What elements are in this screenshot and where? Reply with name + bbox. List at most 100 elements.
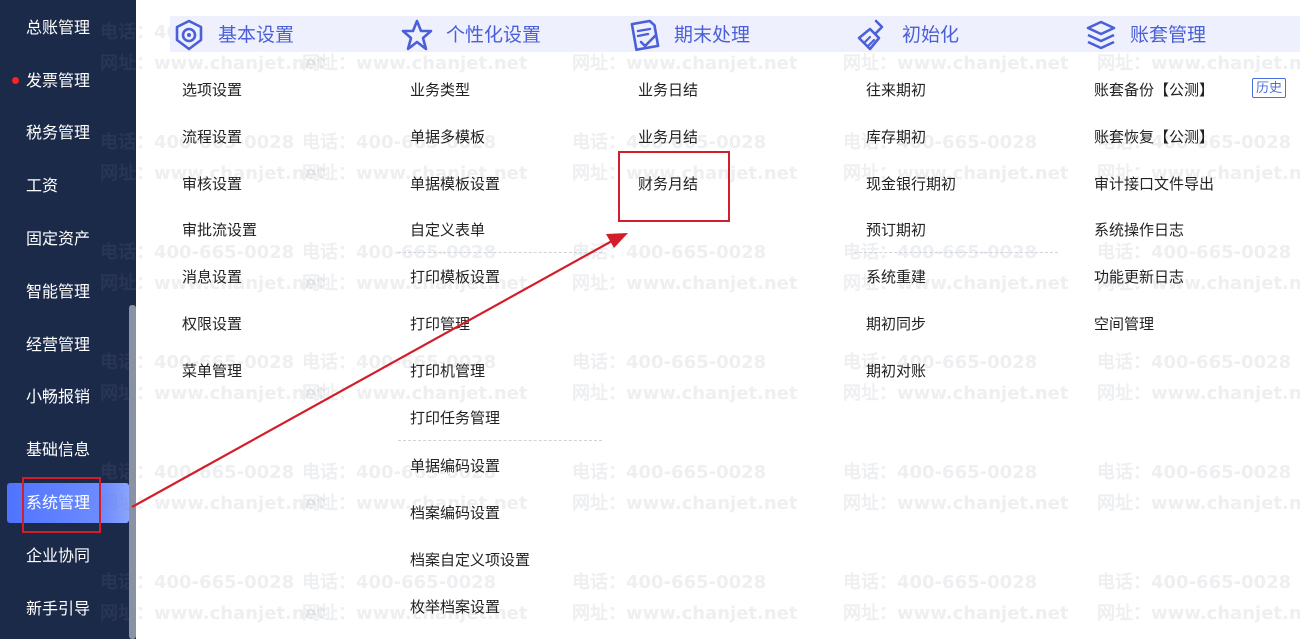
menu-column-account-set: 账套管理 账套备份【公测】 账套恢复【公测】 审计接口文件导出 系统操作日志 功… <box>1082 16 1300 333</box>
menu-item-print-tasks[interactable]: 打印任务管理 <box>410 407 500 428</box>
watermark-phone: 电话：400-665-0028 <box>843 462 1038 483</box>
history-button[interactable]: 历史 <box>1252 78 1286 98</box>
watermark-phone: 电话：400-665-0028 <box>1097 572 1292 593</box>
watermark-phone: 电话：400-665-0028 <box>572 462 767 483</box>
menu-item-options[interactable]: 选项设置 <box>182 79 242 100</box>
menu-item-messages[interactable]: 消息设置 <box>182 266 242 287</box>
watermark-phone: 电话：400-665-0028 <box>843 572 1038 593</box>
menu-item-menu-mgmt[interactable]: 菜单管理 <box>182 360 242 381</box>
sidebar-item-ledger[interactable]: 总账管理 <box>0 8 130 48</box>
menu-item-order-opening[interactable]: 预订期初 <box>866 219 926 240</box>
menu-item-audit-export[interactable]: 审计接口文件导出 <box>1094 173 1214 194</box>
column-header: 初始化 <box>854 16 1082 52</box>
watermark-site: 网址：www.chanjet.net <box>843 603 1069 624</box>
watermark-site: 网址：www.chanjet.net <box>1097 383 1300 404</box>
menu-item-daily-close[interactable]: 业务日结 <box>638 79 698 100</box>
menu-column-period-end: 期末处理 业务日结 业务月结 财务月结 <box>626 16 854 193</box>
column-header: 期末处理 <box>626 16 854 52</box>
menu-column-basic-settings: 基本设置 选项设置 流程设置 审核设置 审批流设置 消息设置 权限设置 菜单管理 <box>170 16 398 380</box>
menu-item-opening-reconcile[interactable]: 期初对账 <box>866 360 926 381</box>
menu-column-initialization: 初始化 往来期初 库存期初 现金银行期初 预订期初 系统重建 期初同步 期初对账 <box>854 16 1082 380</box>
sidebar-item-expense[interactable]: 小畅报销 <box>0 377 130 417</box>
menu-item-inventory-opening[interactable]: 库存期初 <box>866 126 926 147</box>
watermark-site: 网址：www.chanjet.net <box>1097 493 1300 514</box>
menu-item-approval-flow[interactable]: 审批流设置 <box>182 219 257 240</box>
sidebar-item-label: 经营管理 <box>26 335 91 354</box>
broom-icon <box>857 19 884 51</box>
sidebar-item-smart[interactable]: 智能管理 <box>0 272 130 312</box>
menu-divider <box>854 252 1058 253</box>
watermark-phone: 电话：400-665-0028 <box>302 242 497 263</box>
sidebar-item-payroll[interactable]: 工资 <box>0 166 130 206</box>
sidebar-item-label: 工资 <box>26 176 59 195</box>
menu-item-enum-archive[interactable]: 枚举档案设置 <box>410 596 500 617</box>
menu-item-backup[interactable]: 账套备份【公测】 <box>1094 79 1214 100</box>
watermark-phone: 电话：400-665-0028 <box>572 242 767 263</box>
menu-item-operation-log[interactable]: 系统操作日志 <box>1094 219 1184 240</box>
sidebar-scrollbar[interactable] <box>129 305 136 639</box>
gear-badge-icon <box>175 19 203 51</box>
sidebar-item-label: 智能管理 <box>26 282 91 301</box>
sidebar-item-label: 发票管理 <box>26 71 91 90</box>
watermark-site: 网址：www.chanjet.net <box>572 273 798 294</box>
menu-item-system-rebuild[interactable]: 系统重建 <box>866 266 926 287</box>
sidebar-item-label: 基础信息 <box>26 440 91 459</box>
menu-item-print-mgmt[interactable]: 打印管理 <box>410 313 470 334</box>
menu-item-template-settings[interactable]: 单据模板设置 <box>410 173 500 194</box>
sidebar-item-label: 固定资产 <box>26 229 91 248</box>
highlight-box-system-mgmt <box>22 477 101 533</box>
sidebar-item-label: 税务管理 <box>26 123 91 142</box>
notification-dot <box>12 77 19 84</box>
sidebar-item-label: 新手引导 <box>26 599 91 618</box>
sidebar-item-fixed-assets[interactable]: 固定资产 <box>0 219 130 259</box>
menu-column-personalization: 个性化设置 业务类型 单据多模板 单据模板设置 自定义表单 打印模板设置 打印管… <box>398 16 626 616</box>
sidebar-item-invoice[interactable]: 发票管理 <box>0 61 130 101</box>
menu-item-custom-form[interactable]: 自定义表单 <box>410 219 485 240</box>
column-title: 基本设置 <box>218 24 295 46</box>
menu-item-update-log[interactable]: 功能更新日志 <box>1094 266 1184 287</box>
column-title: 期末处理 <box>674 24 751 46</box>
menu-item-review[interactable]: 审核设置 <box>182 173 242 194</box>
sidebar-item-label: 总账管理 <box>26 18 91 37</box>
watermark-site: 网址：www.chanjet.net <box>572 603 798 624</box>
column-header: 基本设置 <box>170 16 398 52</box>
sidebar-item-label: 小畅报销 <box>26 387 91 406</box>
menu-item-monthly-close[interactable]: 业务月结 <box>638 126 698 147</box>
sidebar-item-basic-info[interactable]: 基础信息 <box>0 430 130 470</box>
menu-item-space-mgmt[interactable]: 空间管理 <box>1094 313 1154 334</box>
menu-item-printer-mgmt[interactable]: 打印机管理 <box>410 360 485 381</box>
menu-divider <box>398 252 602 253</box>
watermark-phone: 电话：400-665-0028 <box>1097 352 1292 373</box>
watermark-site: 网址：www.chanjet.net <box>572 493 798 514</box>
watermark-phone: 电话：400-665-0028 <box>302 572 497 593</box>
watermark-phone: 电话：400-665-0028 <box>572 572 767 593</box>
menu-item-restore[interactable]: 账套恢复【公测】 <box>1094 126 1214 147</box>
watermark-phone: 电话：400-665-0028 <box>843 242 1038 263</box>
menu-item-ar-ap-opening[interactable]: 往来期初 <box>866 79 926 100</box>
ledger-stack-icon <box>1086 20 1116 50</box>
column-title: 账套管理 <box>1130 24 1207 46</box>
menu-item-opening-sync[interactable]: 期初同步 <box>866 313 926 334</box>
menu-item-multi-template[interactable]: 单据多模板 <box>410 126 485 147</box>
sidebar-item-operations[interactable]: 经营管理 <box>0 325 130 365</box>
watermark-phone: 电话：400-665-0028 <box>1097 242 1292 263</box>
column-title: 初始化 <box>902 24 960 46</box>
document-check-icon <box>630 19 660 52</box>
menu-item-permissions[interactable]: 权限设置 <box>182 313 242 334</box>
menu-item-cash-bank-opening[interactable]: 现金银行期初 <box>866 173 956 194</box>
menu-item-doc-coding[interactable]: 单据编码设置 <box>410 455 500 476</box>
menu-item-archive-custom[interactable]: 档案自定义项设置 <box>410 549 530 570</box>
menu-item-print-template[interactable]: 打印模板设置 <box>410 266 500 287</box>
watermark-site: 网址：www.chanjet.net <box>302 383 528 404</box>
menu-item-biz-type[interactable]: 业务类型 <box>410 79 470 100</box>
sidebar-item-label: 企业协同 <box>26 546 91 565</box>
watermark-phone: 电话：400-665-0028 <box>572 352 767 373</box>
menu-divider <box>398 440 602 441</box>
watermark-phone: 电话：400-665-0028 <box>1097 462 1292 483</box>
watermark-site: 网址：www.chanjet.net <box>572 383 798 404</box>
sidebar-item-tax[interactable]: 税务管理 <box>0 113 130 153</box>
sidebar-item-guide[interactable]: 新手引导 <box>0 589 130 629</box>
menu-item-workflow[interactable]: 流程设置 <box>182 126 242 147</box>
sidebar-item-collab[interactable]: 企业协同 <box>0 536 130 576</box>
menu-item-archive-coding[interactable]: 档案编码设置 <box>410 502 500 523</box>
